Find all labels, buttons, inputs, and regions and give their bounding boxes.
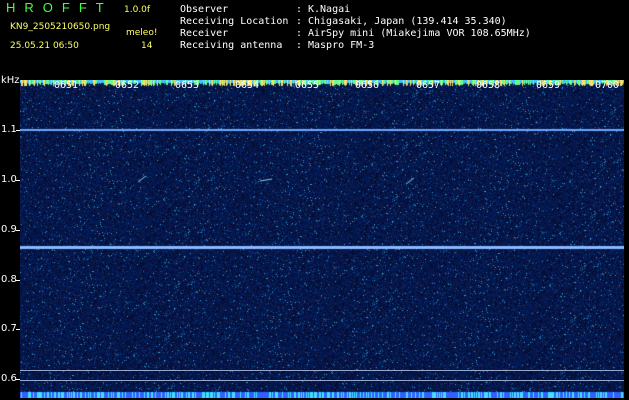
y-tick-label: 0.6	[1, 373, 17, 384]
hrofft-window: HROFFT 1.0.0f KN9_2505210650.png meleo! …	[0, 0, 629, 400]
info-label-antenna: Receiving antenna	[180, 40, 283, 51]
x-tick-label: 0654	[235, 80, 260, 91]
info-colon: :	[296, 4, 303, 15]
x-tick-label: 0700	[595, 80, 620, 91]
y-tick-label: 0.8	[1, 274, 17, 285]
info-value-antenna: Maspro FM-3	[308, 40, 375, 51]
capture-datetime: 25.05.21 06:50	[10, 41, 79, 51]
y-axis-unit: kHz	[1, 75, 20, 86]
x-tick-label: 0653	[175, 80, 200, 91]
spectrogram	[20, 80, 624, 398]
info-colon: :	[296, 16, 303, 27]
y-tick-label: 1.0	[1, 174, 17, 185]
mode-label: meleo!	[126, 28, 158, 38]
y-tick	[16, 230, 20, 231]
info-colon: :	[296, 28, 303, 39]
x-tick-label: 0651	[54, 80, 79, 91]
y-tick-label: 0.7	[1, 323, 17, 334]
y-tick-label: 1.1	[1, 124, 17, 135]
info-label-location: Receiving Location	[180, 16, 289, 27]
info-value-observer: K.Nagai	[308, 4, 351, 15]
y-tick-label: 0.9	[1, 224, 17, 235]
info-colon: :	[296, 40, 303, 51]
reference-line	[20, 370, 624, 371]
y-tick	[16, 180, 20, 181]
x-tick-label: 0655	[295, 80, 320, 91]
x-tick-label: 0658	[476, 80, 501, 91]
spectrogram-canvas	[20, 80, 624, 398]
y-tick	[16, 130, 20, 131]
x-tick-label: 0656	[355, 80, 380, 91]
info-value-location: Chigasaki, Japan (139.414 35.340)	[308, 16, 507, 27]
y-tick	[16, 280, 20, 281]
info-value-receiver: AirSpy mini (Miakejima VOR 108.65MHz)	[308, 28, 531, 39]
file-name: KN9_2505210650.png	[10, 22, 111, 32]
y-tick	[16, 329, 20, 330]
app-brand: HROFFT	[6, 0, 113, 15]
reference-line	[20, 380, 624, 381]
info-label-receiver: Receiver	[180, 28, 229, 39]
x-tick-label: 0652	[115, 80, 140, 91]
x-tick-label: 0657	[416, 80, 441, 91]
x-tick-label: 0659	[536, 80, 561, 91]
gain-value: 14	[141, 41, 153, 51]
info-label-observer: Observer	[180, 4, 229, 15]
app-version: 1.0.0f	[124, 5, 151, 15]
